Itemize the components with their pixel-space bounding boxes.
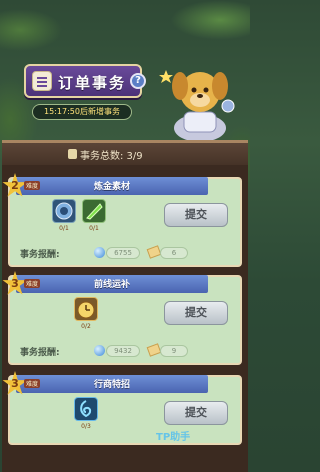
target-orb-icon[interactable]: [52, 199, 76, 223]
task-card: 行商特招 3 难度 0/3 提交: [2, 371, 242, 445]
gem-icon: [94, 345, 105, 356]
reward-value: 6755: [106, 247, 140, 259]
dog-knight-mascot: [159, 70, 235, 142]
reward-value: 6: [160, 247, 188, 259]
task-card: 炼金素材 2 难度 0/1 0/1 提交 事务报酬: 6755 6: [2, 173, 242, 267]
difficulty-tag: 难度: [24, 181, 41, 190]
difficulty-tag: 难度: [24, 379, 41, 388]
item-count: 0/2: [81, 323, 91, 330]
difficulty-tag: 难度: [24, 279, 41, 288]
clock-icon[interactable]: [74, 297, 98, 321]
green-blade-icon[interactable]: [82, 199, 106, 223]
reward-label: 事务报酬:: [20, 348, 60, 358]
task-name-ribbon: 炼金素材: [16, 177, 208, 195]
reward-label: 事务报酬:: [20, 250, 60, 260]
water-swirl-icon[interactable]: [74, 397, 98, 421]
submit-button[interactable]: 提交: [164, 401, 228, 425]
document-icon: [32, 71, 52, 91]
reward-value: 9432: [106, 345, 140, 357]
item-count: 0/3: [81, 423, 91, 430]
gem-icon: [94, 247, 105, 258]
task-name-ribbon: 前线运补: [16, 275, 208, 293]
page-title-board: 订单事务: [24, 64, 142, 98]
task-name: 行商特招: [93, 380, 130, 390]
refresh-timer: 15:17:50后新增事务: [32, 104, 132, 120]
task-panel-header: 事务总数: 3/9: [2, 143, 248, 165]
task-name-ribbon: 行商特招: [16, 375, 208, 393]
task-name: 炼金素材: [93, 182, 130, 192]
submit-button[interactable]: 提交: [164, 301, 228, 325]
page-title: 订单事务: [58, 74, 127, 92]
help-button[interactable]: ?: [130, 73, 146, 89]
watermark-text: TP助手: [156, 432, 191, 443]
item-count: 0/1: [59, 225, 69, 232]
submit-button[interactable]: 提交: [164, 203, 228, 227]
item-count: 0/1: [89, 225, 99, 232]
task-card: 前线运补 3 难度 0/2 提交 事务报酬: 9432 9: [2, 271, 242, 365]
clipboard-icon: [68, 149, 77, 159]
task-name: 前线运补: [93, 280, 130, 290]
task-panel: 事务总数: 3/9 炼金素材 2 难度 0/1 0/1 提交 事务报酬: 675…: [2, 140, 248, 472]
reward-value: 9: [160, 345, 188, 357]
task-total-count: 事务总数: 3/9: [80, 151, 143, 162]
